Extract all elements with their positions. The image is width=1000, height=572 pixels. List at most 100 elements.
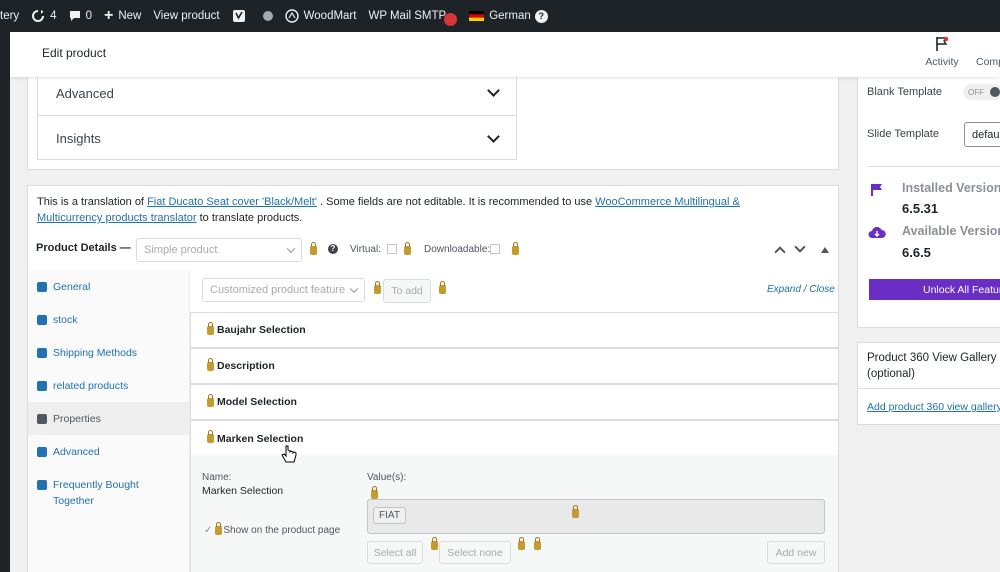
close-link[interactable]: Close [809,284,835,295]
admin-bar-view-product[interactable]: View product [153,10,219,22]
status-dot-icon [262,11,273,21]
product-data-tabs: General stock Shipping Methods related p… [28,270,190,572]
chevron-down-icon [286,244,296,254]
lock-icon [374,281,381,294]
accordion-advanced[interactable]: Advanced [38,71,516,116]
attribute-row-model[interactable]: Model Selection [190,384,838,420]
name-label: Name: [202,472,232,483]
product-details-label: Product Details — [36,242,131,254]
link-icon [37,380,47,391]
collapse-icon[interactable] [821,247,829,253]
select-all-button[interactable]: Select all [367,541,423,564]
value-token[interactable]: FIAT [373,507,406,524]
new-label: New [118,10,142,22]
values-field[interactable]: FIAT [367,499,825,534]
lock-icon [534,537,541,550]
tab-frequently-bought-together[interactable]: Frequently Bought Together [28,468,189,516]
blank-template-label: Blank Template [867,86,943,98]
lock-icon [207,393,214,407]
tab-label: stock [53,313,78,326]
admin-bar-item-site[interactable]: tery [0,10,19,22]
select-none-button[interactable]: Select none [439,541,511,564]
accordion-card: Advanced Insights [27,70,839,170]
tab-general[interactable]: General [28,270,189,303]
lock-icon [431,537,438,550]
move-up-icon[interactable] [774,246,786,258]
tab-properties[interactable]: Properties [28,402,189,435]
tab-shipping-methods[interactable]: Shipping Methods [28,336,189,369]
product-360-gallery-card: Product 360 View Gallery (optional) Add … [857,342,1000,425]
admin-bar-woodmart[interactable]: WoodMart [284,9,357,23]
add-attribute-button[interactable]: To add [383,279,431,303]
woodmart-label: WoodMart [303,10,357,22]
tab-label: Shipping Methods [53,346,138,359]
attribute-taxonomy-select[interactable]: Customized product feature [202,278,365,302]
help-circle-icon: ? [534,9,548,23]
move-down-icon[interactable] [794,241,806,253]
wrench-icon [37,281,47,292]
admin-bar-item-label: tery [0,10,20,22]
sidebar-settings-card: Blank Template OFF Slide Template defaul… [857,70,1000,328]
admin-bar-status[interactable] [262,11,273,21]
updates-icon [31,9,45,23]
admin-bar-new[interactable]: + New [104,7,141,25]
lock-icon [310,242,317,255]
tab-label: General [53,280,91,293]
gear-icon [37,446,47,457]
yoast-icon [232,9,246,23]
accordion-label: Insights [56,131,101,146]
completion-button[interactable]: Comp [976,35,1000,68]
flag-icon [922,35,962,52]
tab-related-products[interactable]: related products [28,369,189,402]
lock-icon [207,357,214,371]
original-product-link[interactable]: Fiat Ducato Seat cover 'Black/Melt' [147,196,317,208]
installed-version-label: Installed Version [902,181,1000,195]
help-icon: ? [328,244,338,254]
woodmart-icon [284,9,299,23]
downloadable-checkbox[interactable] [490,244,500,254]
show-label: Show on the product page [223,525,341,536]
lock-icon [439,281,446,294]
lock-icon [207,321,214,335]
product-type-select[interactable]: Simple product [136,238,302,262]
expand-close-links: Expand / Close [767,284,835,295]
show-on-product-page[interactable]: ✓ Show on the product page [204,522,341,536]
blank-template-toggle[interactable]: OFF [963,84,1000,100]
accordion-label: Advanced [56,85,114,101]
completion-label: Comp [976,56,1000,68]
expand-link[interactable]: Expand [767,284,801,295]
accordion-insights[interactable]: Insights [38,116,516,161]
virtual-checkbox[interactable] [387,244,397,254]
checkmark-icon: ✓ [204,525,213,536]
german-flag-icon [469,11,485,21]
gallery-title: Product 360 View Gallery (optional) [867,352,997,380]
chevron-down-icon [487,84,500,97]
toggle-knob [990,87,1000,97]
attribute-row-baujahr[interactable]: Baujahr Selection [190,312,838,348]
tab-advanced[interactable]: Advanced [28,435,189,468]
admin-bar-language[interactable]: German ? [469,9,548,23]
list-icon [37,413,47,424]
tab-label: Advanced [53,445,100,458]
add-360-gallery-link[interactable]: Add product 360 view gallery [867,401,1000,413]
lock-icon [572,505,579,518]
tab-stock[interactable]: stock [28,303,189,336]
available-version-value: 6.6.5 [902,245,931,260]
admin-bar-comments[interactable]: 0 [69,10,92,22]
attribute-row-description[interactable]: Description [190,348,838,384]
slide-template-select[interactable]: defaul [964,122,1000,147]
add-new-button[interactable]: Add new [767,541,825,564]
admin-bar-wp-mail-smtp[interactable]: WP Mail SMTP [368,10,458,26]
virtual-label: Virtual: [350,244,381,255]
admin-bar-yoast[interactable] [232,9,251,23]
attribute-name: Marken Selection [217,432,304,445]
translation-notice: This is a translation of Fiat Ducato Sea… [37,194,797,226]
lock-icon [371,486,378,499]
flag-icon [870,183,884,200]
admin-bar-updates[interactable]: 4 [31,9,57,23]
alert-badge-icon [444,12,458,26]
activity-button[interactable]: Activity [922,35,962,68]
slide-template-label: Slide Template [867,128,939,140]
chevron-down-icon [487,129,500,143]
unlock-features-button[interactable]: Unlock All Features [869,279,1000,300]
